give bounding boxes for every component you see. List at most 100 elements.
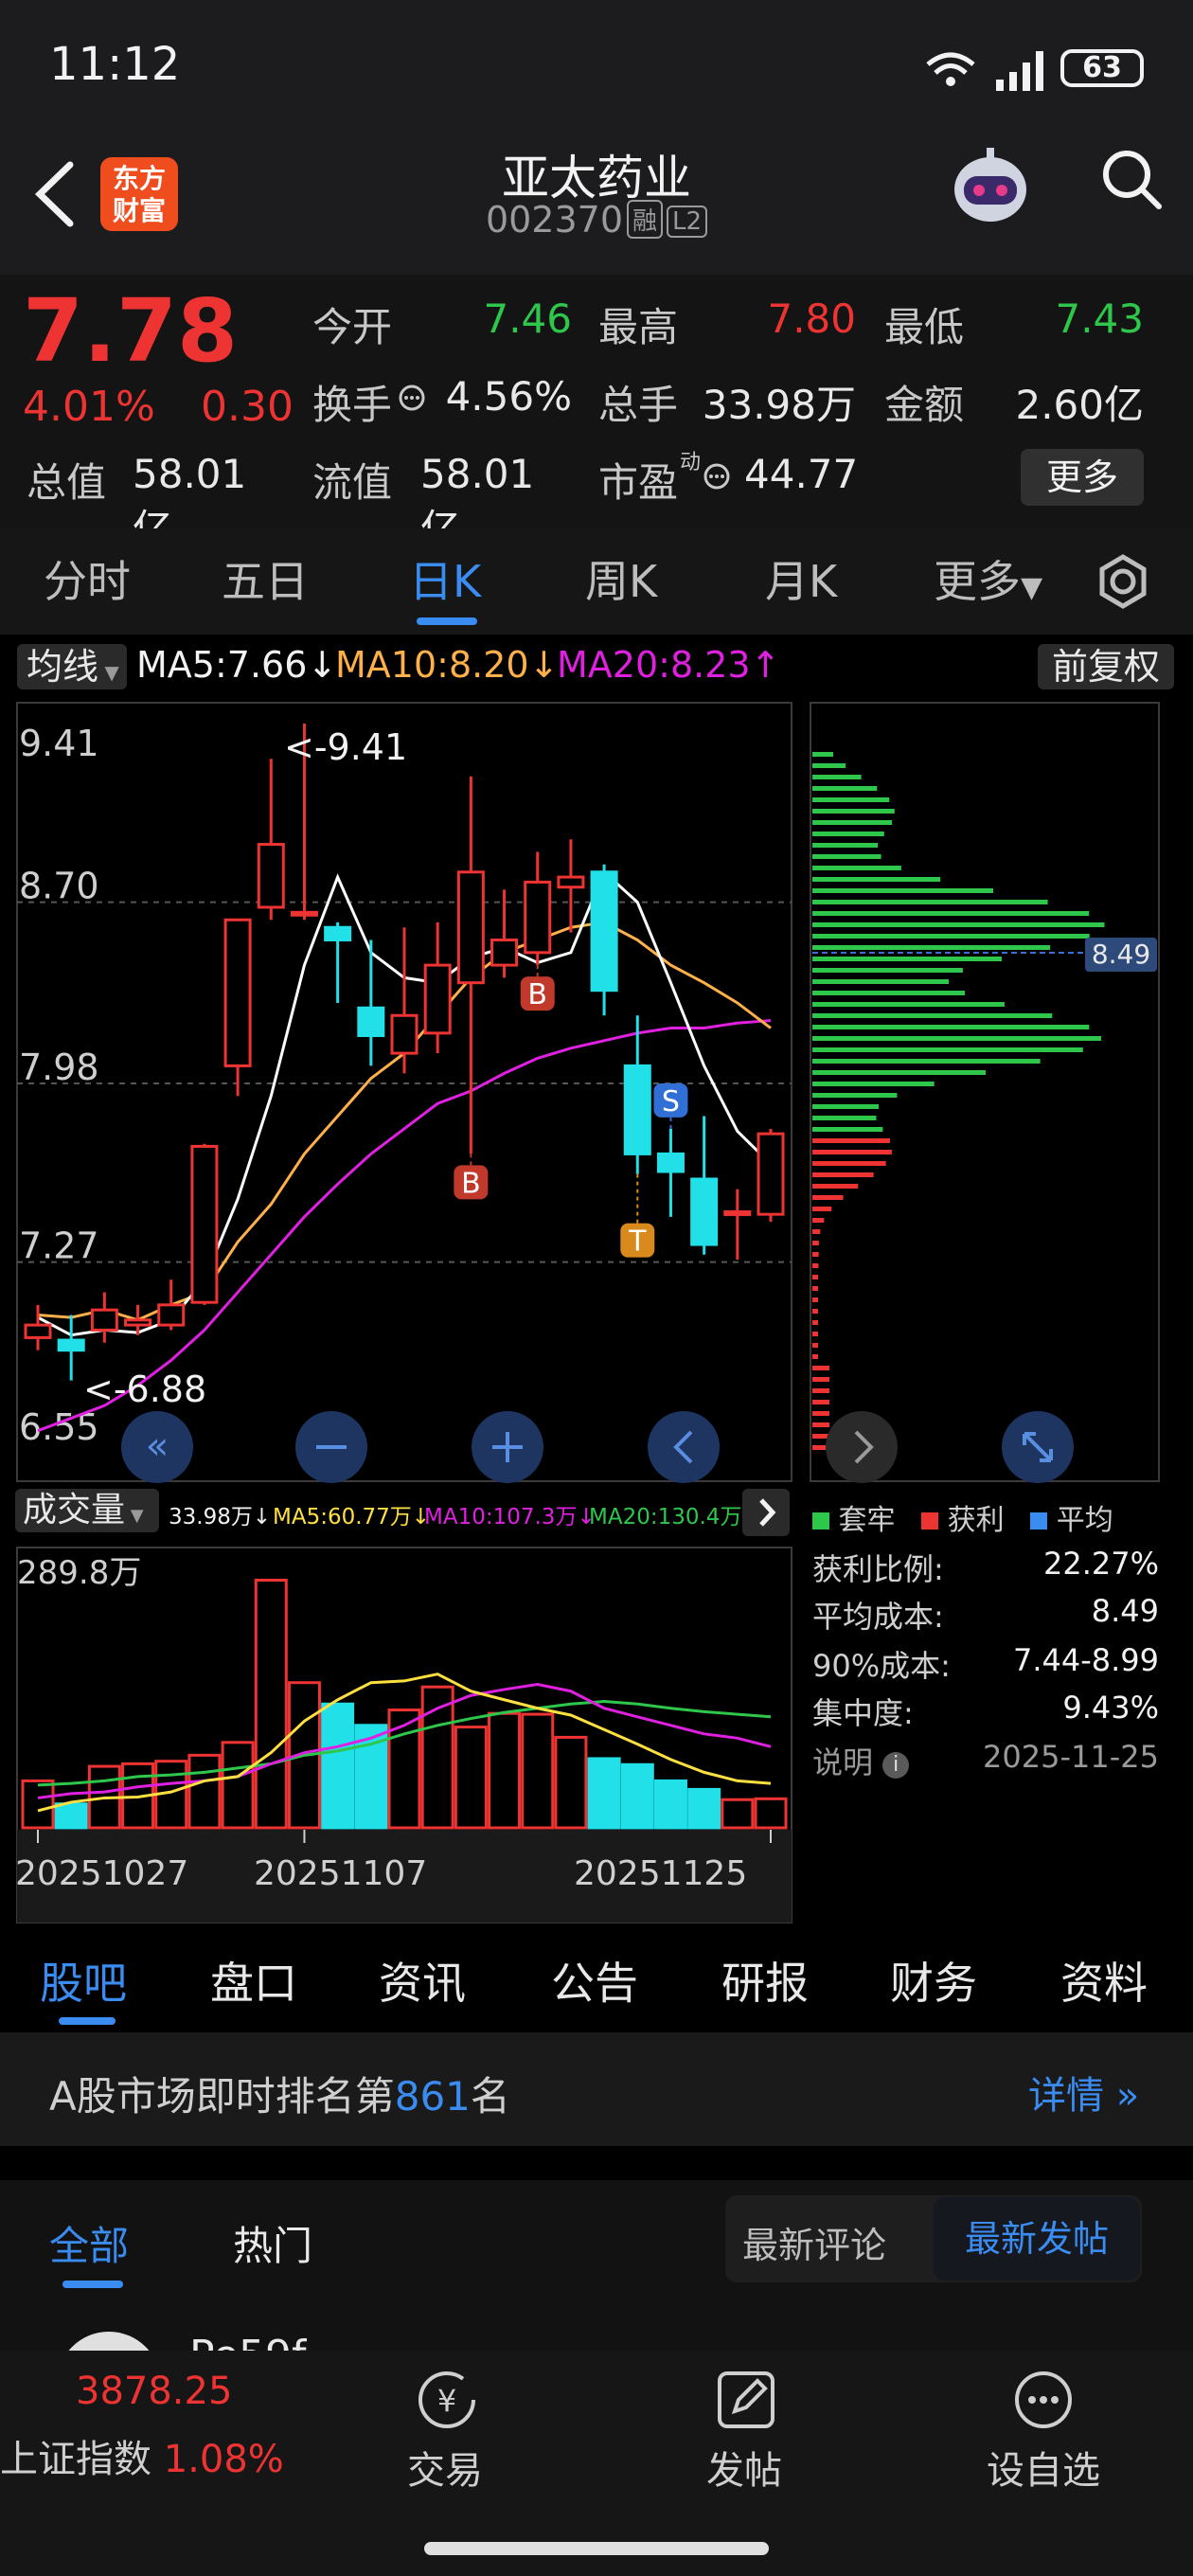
scroll-left-fast-button[interactable]: «: [121, 1411, 193, 1483]
volume-bar[interactable]: [21, 1779, 55, 1830]
volume-bar[interactable]: [653, 1779, 687, 1830]
candle-body[interactable]: [24, 1323, 52, 1339]
candle-body[interactable]: [90, 1308, 118, 1332]
legend-trapped: 套牢: [838, 1504, 896, 1537]
candle-body[interactable]: [456, 870, 485, 985]
rank-detail-link[interactable]: 详情 »: [1028, 2065, 1139, 2120]
tab-order-book[interactable]: 盘口: [210, 1949, 297, 2012]
feed-tab-all[interactable]: 全部: [49, 2214, 129, 2272]
volume-bar[interactable]: [221, 1741, 255, 1830]
pe-value: 44.77: [744, 451, 859, 497]
tab-news[interactable]: 资讯: [379, 1949, 466, 2012]
zoom-in-button[interactable]: [472, 1411, 543, 1483]
chip-bar: [812, 934, 1090, 939]
tab-financials[interactable]: 财务: [890, 1949, 977, 2012]
candle-body[interactable]: [57, 1338, 85, 1352]
chip-bar: [812, 1400, 829, 1404]
turnover-label: 换手: [312, 382, 393, 428]
volume-bar[interactable]: [687, 1787, 721, 1830]
home-indicator[interactable]: [424, 2542, 769, 2555]
candle-body[interactable]: [557, 875, 585, 889]
candle-body[interactable]: [257, 843, 285, 909]
indicator-selector[interactable]: 成交量 ▼: [15, 1489, 159, 1532]
tab-forum[interactable]: 股吧: [40, 1949, 127, 2012]
candle-body[interactable]: [690, 1177, 719, 1246]
trade-icon[interactable]: ¥: [413, 2366, 481, 2434]
stat-value: 8.49: [1091, 1593, 1159, 1629]
tab-daily-k[interactable]: 日K: [409, 547, 481, 610]
tab-research[interactable]: 研报: [721, 1949, 809, 2012]
info-circle-icon[interactable]: [703, 462, 731, 491]
sort-latest-comment[interactable]: 最新评论: [742, 2216, 886, 2268]
gear-icon[interactable]: [1095, 553, 1151, 610]
candle-body[interactable]: [590, 870, 618, 993]
volume-bar[interactable]: [254, 1579, 288, 1830]
tab-weekly-k[interactable]: 周K: [585, 547, 657, 610]
legend-profit: 获利: [947, 1504, 1005, 1537]
tab-intraday[interactable]: 分时: [44, 547, 131, 610]
candle-body[interactable]: [423, 963, 452, 1035]
rank-prefix: A股市场即时排名第: [49, 2073, 395, 2120]
volume-bar[interactable]: [754, 1797, 788, 1830]
fullscreen-button[interactable]: [1002, 1411, 1074, 1483]
chip-bar: [812, 1047, 1083, 1052]
scroll-left-button[interactable]: [648, 1411, 720, 1483]
info-circle-icon[interactable]: [398, 384, 426, 412]
post-username[interactable]: Pe59f: [189, 2335, 307, 2351]
indicator-next-button[interactable]: [742, 1489, 790, 1536]
chip-bar: [812, 1138, 890, 1143]
tab-five-day[interactable]: 五日: [222, 547, 309, 610]
volume-bar[interactable]: [587, 1757, 621, 1830]
tab-announcements[interactable]: 公告: [551, 1949, 638, 2012]
candle-body[interactable]: [357, 1006, 385, 1038]
volume-bar[interactable]: [488, 1711, 522, 1830]
volume-bar[interactable]: [187, 1753, 222, 1830]
candle-body[interactable]: [290, 910, 318, 917]
double-chevron-right-icon: »: [1104, 2074, 1140, 2118]
ma-selector[interactable]: 均线 ▼: [17, 644, 127, 689]
tab-profile[interactable]: 资料: [1060, 1949, 1148, 2012]
tab-more-periods[interactable]: 更多▼: [934, 547, 1042, 610]
back-arrow-icon[interactable]: [32, 161, 80, 227]
nav-post[interactable]: 发帖: [678, 2440, 810, 2495]
volume-bar[interactable]: [54, 1802, 88, 1830]
candle-body[interactable]: [757, 1132, 785, 1216]
more-options-icon[interactable]: [1009, 2366, 1077, 2434]
volume-bar[interactable]: [321, 1702, 355, 1830]
volume-bar[interactable]: [521, 1712, 555, 1830]
volume-bar[interactable]: [721, 1798, 755, 1830]
sort-latest-post[interactable]: 最新发帖: [934, 2197, 1140, 2281]
avatar[interactable]: [57, 2332, 161, 2351]
volume-bar[interactable]: [620, 1762, 654, 1830]
more-quote-button[interactable]: 更多: [1021, 449, 1144, 506]
candle-body[interactable]: [524, 880, 552, 955]
zoom-out-button[interactable]: [295, 1411, 367, 1483]
nav-watchlist[interactable]: 设自选: [968, 2440, 1119, 2495]
candle-body[interactable]: [490, 939, 519, 967]
search-icon[interactable]: [1098, 146, 1165, 212]
candle-body[interactable]: [157, 1303, 186, 1327]
nav-trade[interactable]: 交易: [379, 2440, 511, 2495]
candle-body[interactable]: [656, 1152, 685, 1173]
feed-tab-hot[interactable]: 热门: [233, 2214, 312, 2272]
adjust-mode-button[interactable]: 前复权: [1038, 644, 1174, 689]
candle-body[interactable]: [223, 918, 252, 1067]
volume-bar[interactable]: [387, 1708, 421, 1830]
index-ticker[interactable]: 上证指数 1.08%: [0, 2428, 284, 2483]
compose-icon[interactable]: [714, 2368, 778, 2432]
robot-assistant-icon[interactable]: [945, 142, 1036, 233]
candle-body[interactable]: [723, 1210, 752, 1217]
candle-body[interactable]: [190, 1144, 219, 1304]
volume-bar[interactable]: [554, 1735, 588, 1830]
candle-body[interactable]: [390, 1013, 418, 1055]
tab-monthly-k[interactable]: 月K: [765, 547, 837, 610]
chip-bar: [812, 1002, 1005, 1007]
candle-body[interactable]: [623, 1064, 651, 1155]
legend-avg: 平均: [1056, 1504, 1113, 1537]
chip-expand-right-button[interactable]: [826, 1411, 898, 1483]
volume-bar[interactable]: [454, 1726, 488, 1830]
candle-body[interactable]: [324, 925, 352, 942]
chip-note[interactable]: 说明 i: [812, 1739, 910, 1782]
candle-body[interactable]: [124, 1318, 152, 1327]
index-value[interactable]: 3878.25: [76, 2370, 232, 2413]
